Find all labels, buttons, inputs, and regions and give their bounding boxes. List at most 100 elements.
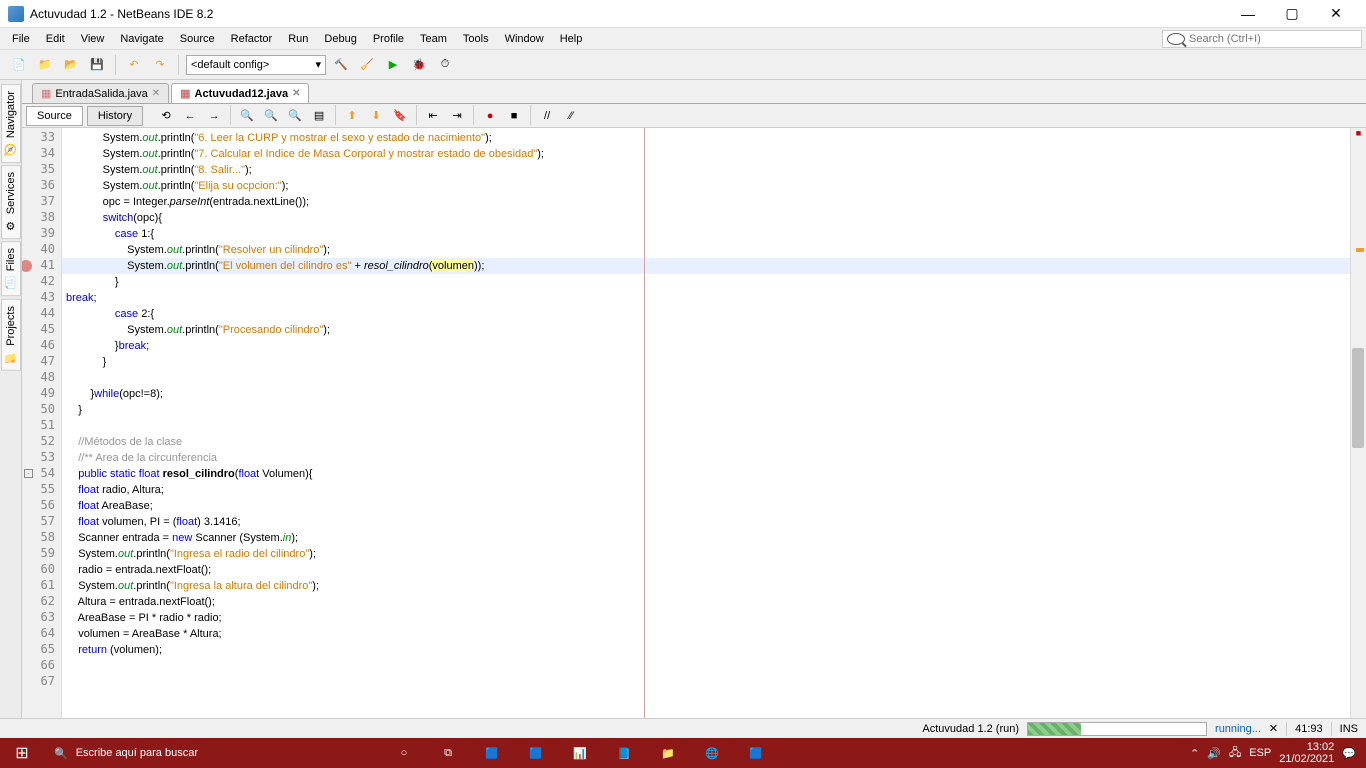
netbeans-icon[interactable]: 🟦 — [736, 738, 776, 768]
uncomment-button[interactable]: ⁄⁄ — [560, 105, 582, 127]
menu-view[interactable]: View — [73, 31, 113, 47]
menu-profile[interactable]: Profile — [365, 31, 412, 47]
maximize-button[interactable]: ▢ — [1270, 0, 1314, 28]
start-button[interactable]: ⊞ — [0, 738, 44, 768]
profile-button[interactable]: ⏱ — [434, 54, 456, 76]
menu-team[interactable]: Team — [412, 31, 455, 47]
new-file-button[interactable]: 📄 — [8, 54, 30, 76]
comment-button[interactable]: // — [536, 105, 558, 127]
code-editor[interactable]: 3334353637383940414243444546474849505152… — [22, 128, 1366, 718]
volume-icon[interactable]: 🔊 — [1207, 747, 1221, 760]
config-select[interactable]: <default config>▾ — [186, 55, 326, 75]
system-tray: ⌃ 🔊 🖧 ESP 13:02 21/02/2021 💬 — [1190, 741, 1366, 765]
save-all-button[interactable]: 💾 — [86, 54, 108, 76]
app-icon — [8, 6, 24, 22]
search-input[interactable] — [1189, 33, 1357, 45]
sidebar: 🧭Navigator ⚙Services 📄Files 📁Projects — [0, 80, 22, 718]
network-icon[interactable]: 🖧 — [1229, 744, 1241, 763]
edge-icon[interactable]: 🌐 — [692, 738, 732, 768]
taskbar-icons: ○ ⧉ 🟦 🟦 📊 📘 📁 🌐 🟦 — [384, 738, 776, 768]
vertical-scrollbar[interactable]: ■ — [1350, 128, 1366, 718]
tab-entradasalida[interactable]: ▦ EntradaSalida.java ✕ — [32, 83, 169, 103]
new-project-button[interactable]: 📁 — [34, 54, 56, 76]
menu-file[interactable]: File — [4, 31, 38, 47]
macro-stop-button[interactable]: ■ — [503, 105, 525, 127]
tab-label: Actuvudad12.java — [195, 88, 289, 100]
quick-search[interactable] — [1162, 30, 1362, 48]
status-running[interactable]: running... — [1215, 723, 1261, 735]
word-icon[interactable]: 📘 — [604, 738, 644, 768]
find-prev-button[interactable]: 🔍 — [260, 105, 282, 127]
open-button[interactable]: 📂 — [60, 54, 82, 76]
toggle-bookmark-button[interactable]: 🔖 — [389, 105, 411, 127]
forward-button[interactable]: → — [203, 105, 225, 127]
explorer-icon[interactable]: 📁 — [648, 738, 688, 768]
titlebar: Actuvudad 1.2 - NetBeans IDE 8.2 — ▢ ✕ — [0, 0, 1366, 28]
shift-left-button[interactable]: ⇤ — [422, 105, 444, 127]
file-tabs: ▦ EntradaSalida.java ✕ ▦ Actuvudad12.jav… — [22, 80, 1366, 104]
error-marker[interactable]: ■ — [1351, 128, 1366, 140]
tab-label: EntradaSalida.java — [55, 88, 147, 100]
status-project: Actuvudad 1.2 (run) — [922, 723, 1019, 735]
menu-help[interactable]: Help — [552, 31, 591, 47]
clean-build-button[interactable]: 🧹 — [356, 54, 378, 76]
build-button[interactable]: 🔨 — [330, 54, 352, 76]
clock[interactable]: 13:02 21/02/2021 — [1279, 741, 1334, 765]
language-indicator[interactable]: ESP — [1249, 747, 1271, 759]
menu-refactor[interactable]: Refactor — [223, 31, 281, 47]
menu-window[interactable]: Window — [497, 31, 552, 47]
shift-right-button[interactable]: ⇥ — [446, 105, 468, 127]
services-icon: ⚙ — [4, 218, 18, 232]
source-tab[interactable]: Source — [26, 106, 83, 126]
tray-chevron-icon[interactable]: ⌃ — [1190, 747, 1199, 760]
menu-debug[interactable]: Debug — [316, 31, 364, 47]
next-bookmark-button[interactable]: ⬇ — [365, 105, 387, 127]
search-icon: 🔍 — [54, 747, 68, 760]
find-selection-button[interactable]: 🔍 — [236, 105, 258, 127]
history-tab[interactable]: History — [87, 106, 143, 126]
progress-bar — [1027, 722, 1207, 736]
debug-button[interactable]: 🐞 — [408, 54, 430, 76]
separator — [178, 55, 179, 75]
cursor-position: 41:93 — [1295, 723, 1323, 735]
main-toolbar: 📄 📁 📂 💾 ↶ ↷ <default config>▾ 🔨 🧹 ▶ 🐞 ⏱ — [0, 50, 1366, 80]
menu-source[interactable]: Source — [172, 31, 223, 47]
macro-record-button[interactable]: ● — [479, 105, 501, 127]
prev-bookmark-button[interactable]: ⬆ — [341, 105, 363, 127]
scroll-thumb[interactable] — [1352, 348, 1364, 448]
minimize-button[interactable]: — — [1226, 0, 1270, 28]
projects-tab[interactable]: 📁Projects — [1, 299, 21, 371]
close-icon[interactable]: ✕ — [152, 88, 160, 99]
menu-edit[interactable]: Edit — [38, 31, 73, 47]
menu-run[interactable]: Run — [280, 31, 316, 47]
find-next-button[interactable]: 🔍 — [284, 105, 306, 127]
app-icon[interactable]: 📊 — [560, 738, 600, 768]
clock-time: 13:02 — [1279, 741, 1334, 753]
app-icon[interactable]: 🟦 — [516, 738, 556, 768]
navigator-tab[interactable]: 🧭Navigator — [1, 84, 21, 163]
close-icon[interactable]: ✕ — [292, 88, 300, 99]
stop-icon[interactable]: ✕ — [1269, 722, 1278, 735]
code-content[interactable]: System.out.println("6. Leer la CURP y mo… — [62, 128, 1350, 718]
app-icon[interactable]: 🟦 — [472, 738, 512, 768]
tab-actuvudad12[interactable]: ▦ Actuvudad12.java ✕ — [171, 83, 309, 103]
redo-button[interactable]: ↷ — [149, 54, 171, 76]
back-button[interactable]: ← — [179, 105, 201, 127]
taskview-icon[interactable]: ⧉ — [428, 738, 468, 768]
warning-marker[interactable] — [1356, 248, 1364, 252]
last-edit-button[interactable]: ⟲ — [155, 105, 177, 127]
services-tab[interactable]: ⚙Services — [1, 165, 21, 239]
taskbar-search[interactable]: 🔍 Escribe aquí para buscar — [44, 738, 364, 768]
close-button[interactable]: ✕ — [1314, 0, 1358, 28]
gutter: 3334353637383940414243444546474849505152… — [22, 128, 62, 718]
menu-navigate[interactable]: Navigate — [112, 31, 171, 47]
editor-subtabs: Source History ⟲ ← → 🔍 🔍 🔍 ▤ ⬆ ⬇ 🔖 ⇤ ⇥ ● — [22, 104, 1366, 128]
menu-tools[interactable]: Tools — [455, 31, 497, 47]
cortana-icon[interactable]: ○ — [384, 738, 424, 768]
toggle-highlight-button[interactable]: ▤ — [308, 105, 330, 127]
run-button[interactable]: ▶ — [382, 54, 404, 76]
separator — [115, 55, 116, 75]
files-tab[interactable]: 📄Files — [1, 241, 21, 296]
undo-button[interactable]: ↶ — [123, 54, 145, 76]
notifications-icon[interactable]: 💬 — [1342, 747, 1356, 760]
